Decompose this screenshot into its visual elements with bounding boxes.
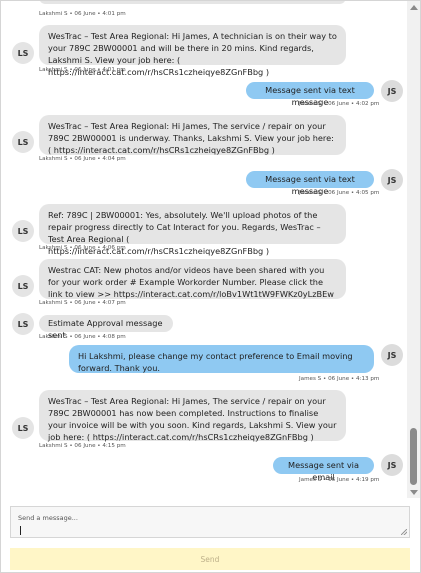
message-meta: James S • 06 June • 4:05 pm: [299, 190, 380, 196]
message-meta: Lakshmi S • 06 June • 4:01 pm: [39, 11, 126, 17]
message-bubble: Estimate Approval message sent: [39, 315, 173, 340]
message-thread[interactable]: Lakshmi S • 06 June • 4:01 pm LS WesTrac…: [1, 1, 407, 498]
avatar: LS: [12, 417, 34, 439]
message-bubble-clipped: [39, 1, 346, 4]
message-meta: Lakshmi S • 06 June • 4:07 pm: [39, 300, 126, 306]
message-bubble: Westrac CAT: New photos and/or videos ha…: [39, 259, 346, 299]
message-bubble: Hi Lakshmi, please change my contact pre…: [69, 345, 374, 373]
message-bubble: WesTrac – Test Area Regional: Hi James, …: [39, 115, 346, 155]
avatar: LS: [12, 275, 34, 297]
thread-scrollbar[interactable]: [407, 1, 420, 498]
avatar: JS: [381, 80, 403, 102]
avatar: LS: [12, 131, 34, 153]
avatar: LS: [12, 313, 34, 335]
scrollbar-thumb[interactable]: [410, 428, 417, 485]
avatar: JS: [381, 454, 403, 476]
avatar: LS: [12, 220, 34, 242]
send-button[interactable]: Send: [10, 548, 410, 570]
avatar: JS: [381, 344, 403, 366]
message-composer[interactable]: [10, 506, 410, 538]
message-meta: Lakshmi S • 06 June • 4:08 pm: [39, 334, 126, 340]
avatar: JS: [381, 169, 403, 191]
message-bubble: Message sent via email: [273, 457, 374, 482]
message-meta: Lakshmi S • 06 June • 4:06 pm: [39, 245, 126, 251]
message-meta: James S • 06 June • 4:02 pm: [299, 101, 380, 107]
message-bubble: WesTrac – Test Area Regional: Hi James, …: [39, 390, 346, 442]
message-bubble: WesTrac – Test Area Regional: Hi James, …: [39, 25, 346, 77]
message-input[interactable]: [11, 507, 409, 537]
message-bubble: Message sent via text message: [246, 82, 374, 107]
scroll-up-arrow-icon[interactable]: [410, 5, 418, 10]
messaging-panel: Lakshmi S • 06 June • 4:01 pm LS WesTrac…: [0, 0, 421, 573]
message-bubble: Message sent via text message: [246, 171, 374, 196]
message-meta: James S • 06 June • 4:13 pm: [299, 376, 380, 382]
scroll-down-arrow-icon[interactable]: [410, 490, 418, 495]
avatar: LS: [12, 42, 34, 64]
message-meta: Lakshmi S • 06 June • 4:01 pm: [39, 67, 126, 73]
message-meta: James S • 06 June • 4:19 pm: [299, 477, 380, 483]
resize-grip-icon[interactable]: [401, 529, 407, 535]
message-bubble: Ref: 789C | 2BW00001: Yes, absolutely. W…: [39, 204, 346, 256]
text-caret: [20, 526, 21, 535]
message-meta: Lakshmi S • 06 June • 4:04 pm: [39, 156, 126, 162]
message-meta: Lakshmi S • 06 June • 4:15 pm: [39, 443, 126, 449]
